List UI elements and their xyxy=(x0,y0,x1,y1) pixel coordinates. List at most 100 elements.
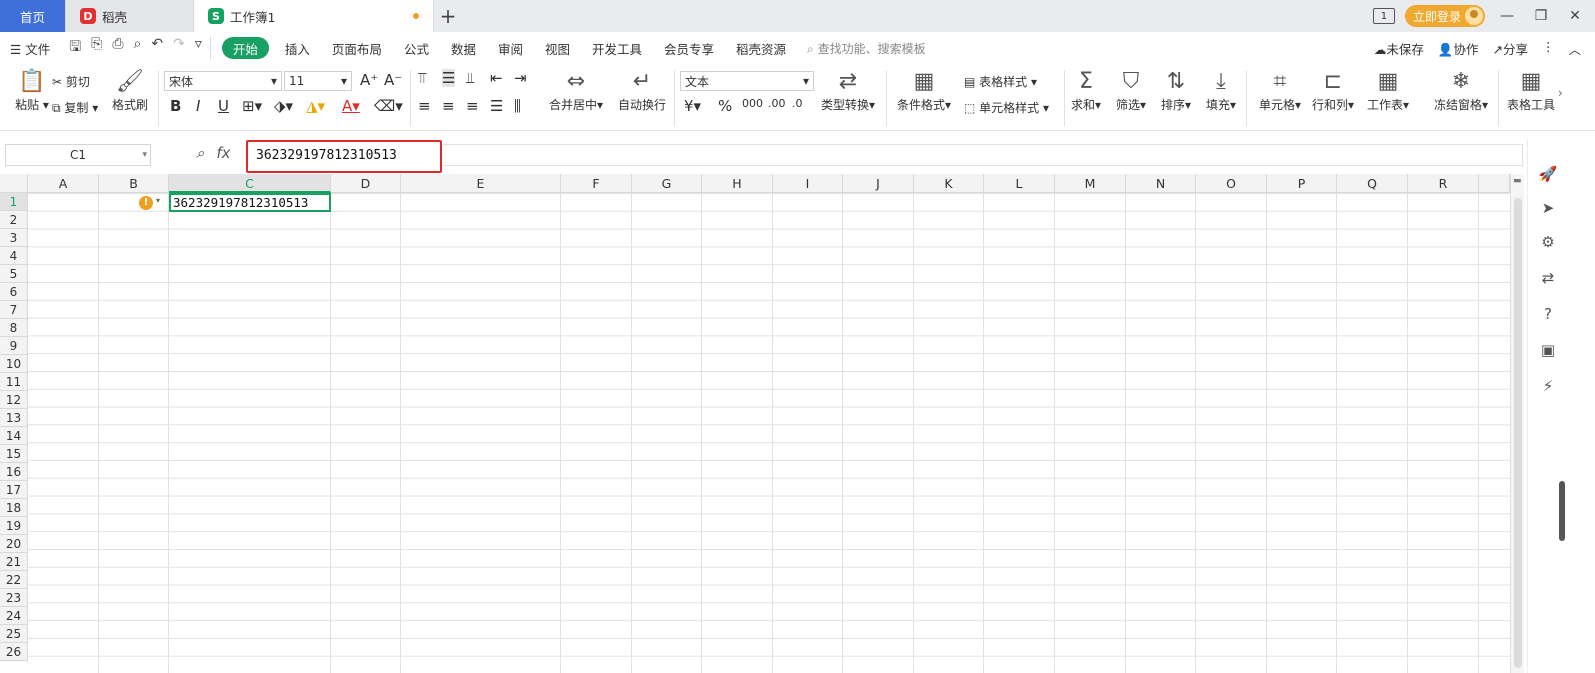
warning-dropdown-icon[interactable]: ▾ xyxy=(156,196,160,205)
column-header[interactable]: D xyxy=(331,174,401,193)
preview-icon[interactable]: ⌕ xyxy=(134,36,142,60)
row-header[interactable]: 8 xyxy=(0,319,28,337)
bold-icon[interactable]: B xyxy=(170,97,181,115)
column-header[interactable]: K xyxy=(914,174,984,193)
column-header-selected[interactable]: C xyxy=(169,174,331,193)
row-header[interactable]: 21 xyxy=(0,553,28,571)
new-tab-button[interactable]: + xyxy=(434,4,462,28)
thousands-icon[interactable]: 000 xyxy=(742,97,763,110)
layout-icon[interactable]: 1 xyxy=(1372,8,1395,24)
collapse-ribbon-icon[interactable]: ︿ xyxy=(1568,39,1581,58)
fill-button[interactable]: ⤓ 填充▾ xyxy=(1191,64,1251,113)
indent-decrease-icon[interactable]: ⇤ xyxy=(490,69,503,87)
column-header[interactable]: A xyxy=(28,174,99,193)
menu-data[interactable]: 数据 xyxy=(440,39,487,58)
sliders-icon[interactable]: ⚙ xyxy=(1538,233,1558,253)
menu-member[interactable]: 会员专享 xyxy=(653,39,725,58)
column-header[interactable]: L xyxy=(984,174,1055,193)
cell-style-button[interactable]: ⬚ 单元格样式 ▾ xyxy=(964,99,1049,116)
column-header[interactable]: G xyxy=(632,174,702,193)
row-header[interactable]: 12 xyxy=(0,391,28,409)
font-size-select[interactable]: 11 ▾ xyxy=(284,71,352,91)
column-header[interactable]: B xyxy=(99,174,169,193)
vertical-scrollbar[interactable]: ▬ xyxy=(1510,174,1524,673)
login-button[interactable]: 立即登录 xyxy=(1404,5,1485,27)
row-header[interactable]: 23 xyxy=(0,589,28,607)
row-header[interactable]: 17 xyxy=(0,481,28,499)
column-header[interactable]: O xyxy=(1196,174,1267,193)
column-header[interactable]: F xyxy=(561,174,632,193)
freeze-panes-button[interactable]: ❄ 冻结窗格▾ xyxy=(1430,64,1492,113)
font-select[interactable]: 宋体 ▾ xyxy=(164,71,282,91)
search-box[interactable]: ⌕ 查找功能、搜索模板 xyxy=(807,40,926,57)
merge-center-button[interactable]: ⇔ 合并居中▾ xyxy=(546,64,606,113)
row-col-button[interactable]: ⊏ 行和列▾ xyxy=(1303,64,1363,113)
formula-input[interactable]: 362329197812310513 xyxy=(246,140,442,173)
dropdown-icon[interactable]: ▿ xyxy=(195,36,202,60)
more-icon[interactable]: ⋮ xyxy=(1542,39,1555,58)
export-icon[interactable]: ⎘ xyxy=(91,36,102,60)
row-header[interactable]: 9 xyxy=(0,337,28,355)
column-header[interactable]: N xyxy=(1126,174,1196,193)
italic-icon[interactable]: I xyxy=(196,97,200,115)
table-tools-button[interactable]: ▦ 表格工具 xyxy=(1504,64,1558,113)
menu-home[interactable]: 开始 xyxy=(221,37,269,59)
clipboard-settings-icon[interactable]: ▣ xyxy=(1538,341,1558,361)
border-icon[interactable]: ⊞▾ xyxy=(242,97,262,115)
select-all-corner[interactable] xyxy=(0,174,28,193)
row-header[interactable]: 15 xyxy=(0,445,28,463)
shape-icon[interactable]: ⬗▾ xyxy=(274,97,293,115)
column-header[interactable]: I xyxy=(773,174,843,193)
tab-home[interactable]: 首页 xyxy=(0,0,66,32)
redo-icon[interactable]: ↷ xyxy=(173,36,185,60)
format-painter-button[interactable]: 🖌 格式刷 xyxy=(100,64,160,113)
column-header[interactable]: M xyxy=(1055,174,1126,193)
row-header[interactable]: 18 xyxy=(0,499,28,517)
cursor-icon[interactable]: ➤ xyxy=(1538,199,1558,219)
align-middle-icon[interactable]: ☰ xyxy=(442,69,456,87)
collab-button[interactable]: 👤协作 xyxy=(1438,39,1479,58)
wrap-text-button[interactable]: ↵ 自动换行 xyxy=(612,64,672,113)
column-header[interactable]: E xyxy=(401,174,561,193)
percent-icon[interactable]: % xyxy=(718,97,732,115)
row-header[interactable]: 5 xyxy=(0,265,28,283)
panel-scroll-indicator[interactable] xyxy=(1559,481,1565,541)
menu-formulas[interactable]: 公式 xyxy=(393,39,440,58)
transform-icon[interactable]: ⇄ xyxy=(1538,269,1558,289)
cut-button[interactable]: ✂ 剪切 xyxy=(52,73,90,90)
unsaved-status[interactable]: ☁未保存 xyxy=(1374,39,1424,58)
row-header[interactable]: 10 xyxy=(0,355,28,373)
active-cell-c1[interactable]: 362329197812310513 xyxy=(169,193,331,212)
save-icon[interactable]: 🖫 xyxy=(69,36,81,60)
minimize-icon[interactable]: — xyxy=(1495,8,1519,24)
eraser-icon[interactable]: ⌫▾ xyxy=(374,97,403,115)
table-style-button[interactable]: ▤ 表格样式 ▾ xyxy=(964,73,1037,90)
cell-button[interactable]: ⌗ 单元格▾ xyxy=(1250,64,1310,113)
decrease-font-icon[interactable]: A⁻ xyxy=(384,71,402,89)
column-header[interactable]: R xyxy=(1408,174,1479,193)
copy-button[interactable]: ⧉ 复制 ▾ xyxy=(52,99,98,116)
font-color-icon[interactable]: A▾ xyxy=(342,97,360,115)
number-format-select[interactable]: 文本 ▾ xyxy=(680,71,814,91)
align-left-icon[interactable]: ≡ xyxy=(418,97,431,115)
file-menu[interactable]: ☰ 文件 xyxy=(10,39,61,58)
row-header[interactable]: 7 xyxy=(0,301,28,319)
underline-icon[interactable]: U xyxy=(218,97,229,115)
help-icon[interactable]: ? xyxy=(1538,305,1558,325)
rocket-icon[interactable]: 🚀 xyxy=(1538,165,1558,185)
indent-increase-icon[interactable]: ⇥ xyxy=(514,69,527,87)
align-right-icon[interactable]: ≡ xyxy=(466,97,479,115)
row-header[interactable]: 19 xyxy=(0,517,28,535)
justify-icon[interactable]: ☰ xyxy=(490,97,503,115)
type-convert-button[interactable]: ⇄ 类型转换▾ xyxy=(818,64,878,113)
close-icon[interactable]: ✕ xyxy=(1563,8,1587,24)
conditional-format-button[interactable]: ▦ 条件格式▾ xyxy=(894,64,954,113)
menu-view[interactable]: 视图 xyxy=(534,39,581,58)
row-header[interactable]: 16 xyxy=(0,463,28,481)
distribute-icon[interactable]: ⫼ xyxy=(514,97,521,115)
undo-icon[interactable]: ↶ xyxy=(151,36,163,60)
decrease-decimal-icon[interactable]: .0 xyxy=(792,97,803,110)
fx-icon[interactable]: fx xyxy=(216,144,230,162)
menu-review[interactable]: 审阅 xyxy=(487,39,534,58)
menu-page-layout[interactable]: 页面布局 xyxy=(321,39,393,58)
